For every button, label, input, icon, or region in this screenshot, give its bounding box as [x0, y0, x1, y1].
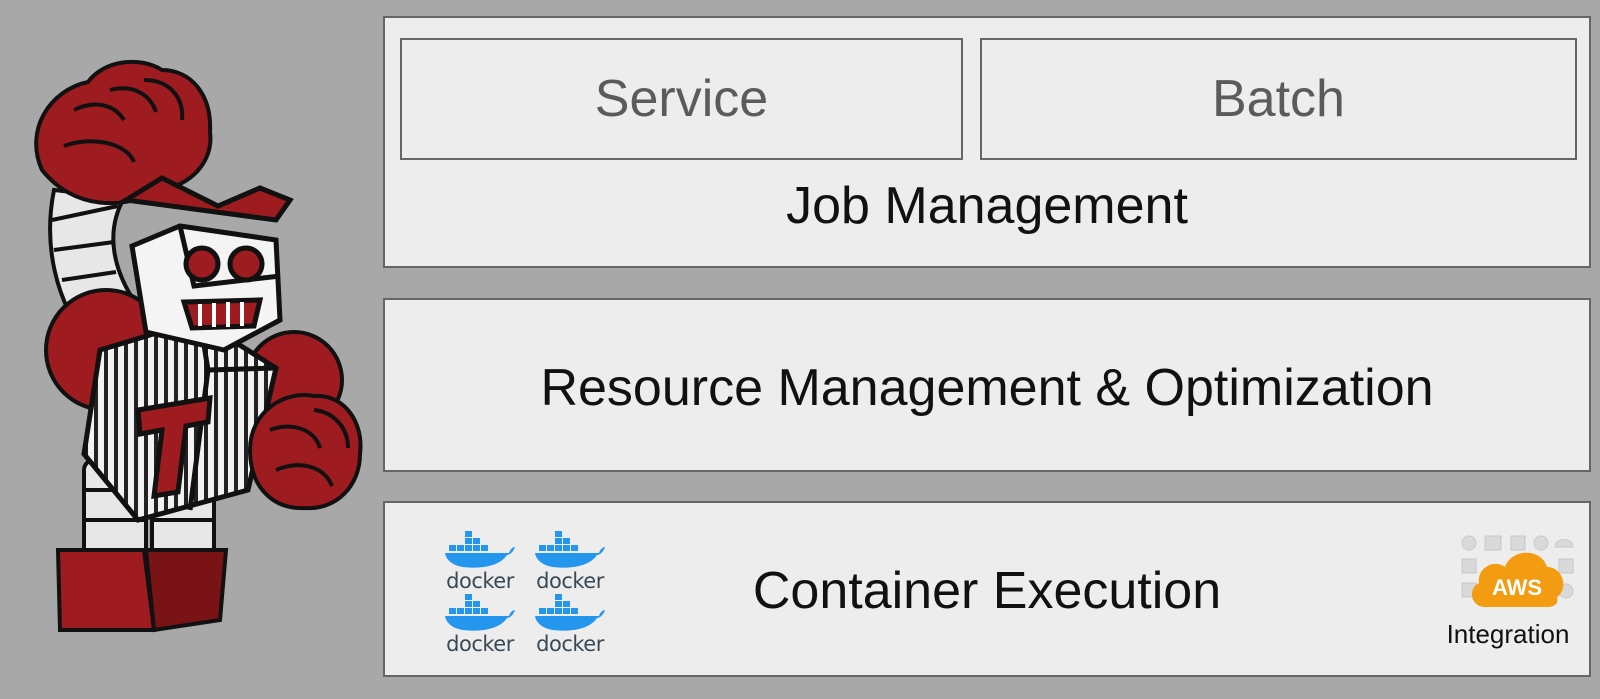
container-execution-layer: docker docker docker docker Container Ex…: [383, 501, 1591, 677]
docker-wordmark: docker: [446, 632, 514, 656]
resource-management-title: Resource Management & Optimization: [540, 359, 1434, 417]
aws-badge-text: AWS: [1492, 575, 1542, 600]
architecture-diagram: Service Batch Job Management Resource Ma…: [0, 0, 1600, 699]
aws-integration-label: Integration: [1446, 619, 1570, 649]
batch-box: Batch: [980, 38, 1577, 160]
service-label: Service: [594, 70, 769, 128]
job-management-title: Job Management: [786, 177, 1188, 235]
aws-integration: AWS Integration: [1433, 527, 1583, 657]
container-execution-title: Container Execution: [752, 562, 1222, 620]
batch-label: Batch: [1212, 70, 1345, 128]
robot-mascot-icon: [14, 50, 374, 650]
aws-cloud-icon: AWS: [1471, 552, 1564, 607]
job-management-layer: Service Batch Job Management: [383, 16, 1591, 268]
service-box: Service: [400, 38, 963, 160]
docker-wordmark: docker: [536, 632, 604, 656]
resource-management-layer: Resource Management & Optimization: [383, 298, 1591, 472]
